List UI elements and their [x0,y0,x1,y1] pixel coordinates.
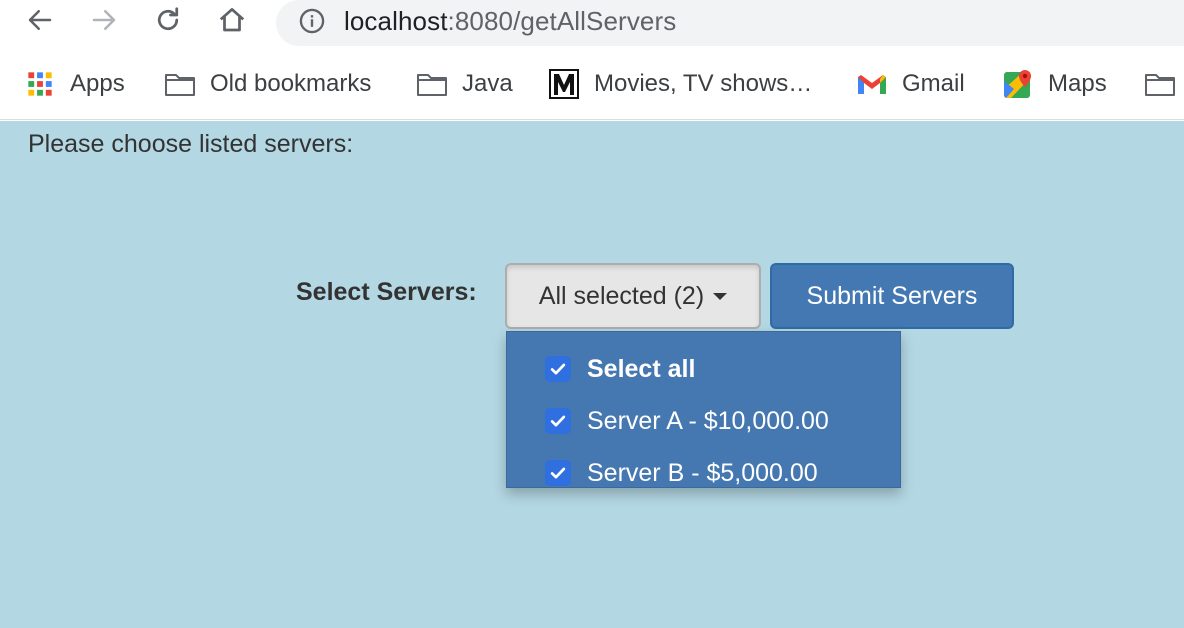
folder-icon [164,70,196,98]
bookmark-old-bookmarks[interactable]: Old bookmarks [164,68,371,100]
info-icon[interactable] [298,7,326,35]
bookmark-apps[interactable]: Apps [24,68,125,100]
url-path: :8080/getAllServers [447,6,677,36]
url-text[interactable]: localhost:8080/getAllServers [344,6,676,37]
apps-grid-icon [24,70,56,98]
bookmark-gmail[interactable]: Gmail [856,68,965,100]
gmail-icon [856,70,888,98]
reload-icon [157,7,179,31]
reload-button[interactable] [151,3,185,37]
folder-icon [1144,70,1176,98]
bookmark-label: Old bookmarks [210,70,372,97]
checkbox-checked[interactable] [545,460,571,486]
bookmark-label: Java [462,70,513,97]
home-button[interactable] [215,3,249,37]
checkmark-icon [550,467,566,479]
arrow-left-icon [28,10,52,30]
select-servers-label: Select Servers: [296,278,477,306]
bookmark-maps[interactable]: Maps [1002,68,1107,100]
server-multiselect-button[interactable]: All selected (2) [505,263,761,329]
bookmarks-bar: Apps Old bookmarks Java Movies, TV shows… [0,50,1184,120]
url-host: localhost [344,6,448,36]
bookmark-movies[interactable]: Movies, TV shows… [548,68,812,100]
bookmark-label: Apps [70,70,125,97]
server-dropdown-menu: Select all Server A - $10,000.00 Server … [506,331,901,488]
option-server-b[interactable]: Server B - $5,000.00 [545,453,818,493]
bookmark-java[interactable]: Java [416,68,513,100]
option-label: Server A - $10,000.00 [587,406,829,435]
dropdown-selected-text: All selected (2) [538,281,705,310]
option-label: Server B - $5,000.00 [587,458,818,487]
checkbox-checked[interactable] [545,356,571,382]
checkbox-checked[interactable] [545,408,571,434]
instruction-text: Please choose listed servers: [28,130,354,158]
option-label: Select all [587,354,696,383]
submit-servers-button[interactable]: Submit Servers [770,263,1014,329]
back-button[interactable] [23,3,57,37]
checkmark-icon [550,415,566,427]
arrow-right-icon [92,10,116,30]
forward-button[interactable] [87,3,121,37]
option-select-all[interactable]: Select all [545,349,695,389]
folder-icon [416,70,448,98]
browser-toolbar: localhost:8080/getAllServers [0,0,1184,50]
page-content: Please choose listed servers: Select Ser… [0,121,1184,628]
m-logo-icon [548,69,580,99]
maps-icon [1002,70,1034,98]
checkmark-icon [550,363,566,375]
bookmark-label: Movies, TV shows… [594,70,813,97]
bookmark-folder[interactable] [1144,68,1176,100]
home-icon [219,8,245,32]
bookmark-label: Gmail [902,70,965,97]
option-server-a[interactable]: Server A - $10,000.00 [545,401,829,441]
bookmark-label: Maps [1048,70,1107,97]
caret-down-icon [713,292,728,300]
